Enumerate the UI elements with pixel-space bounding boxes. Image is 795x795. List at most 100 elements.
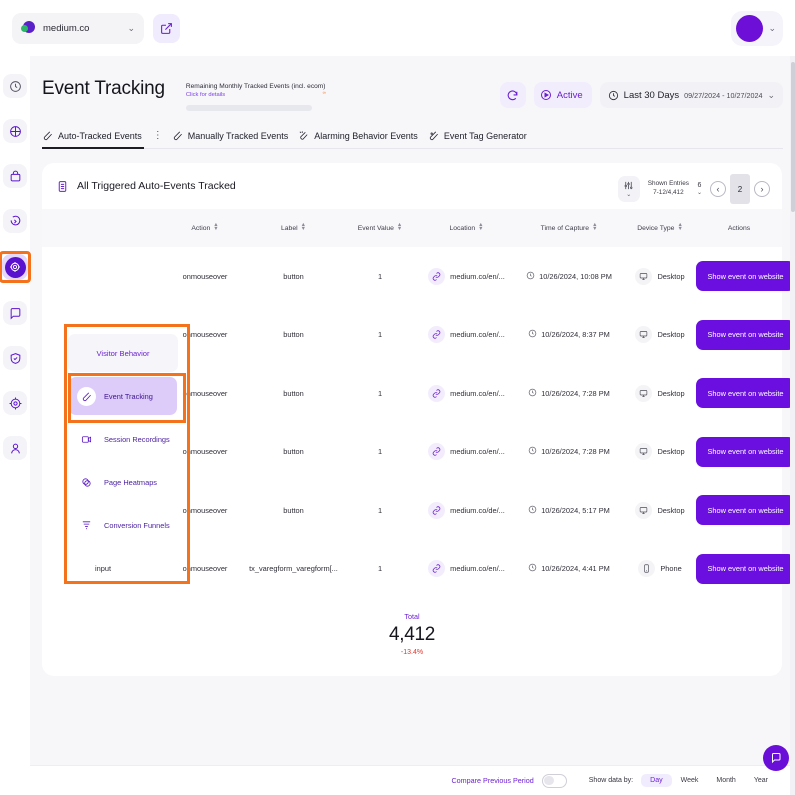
avatar: [736, 15, 763, 42]
chat-bubble-icon: [770, 752, 782, 764]
granularity-day[interactable]: Day: [641, 774, 671, 787]
location-text: medium.co/en/...: [450, 330, 505, 339]
external-link-button[interactable]: [153, 14, 180, 43]
next-page-button[interactable]: ›: [754, 181, 770, 197]
left-rail: [0, 56, 30, 795]
quota-widget[interactable]: Remaining Monthly Tracked Events (incl. …: [186, 83, 321, 111]
menu-item-label: Conversion Funnels: [104, 521, 170, 530]
time-text: 10/26/2024, 7:28 PM: [541, 447, 610, 456]
show-event-on-website-button[interactable]: Show event on website: [696, 495, 795, 525]
quota-details-link[interactable]: Click for details: [186, 92, 321, 98]
col-event-value[interactable]: Event Value ▲▼: [341, 209, 419, 247]
sidebar-item-dashboard[interactable]: [3, 74, 27, 98]
refresh-button[interactable]: [500, 82, 526, 108]
status-badge[interactable]: Active: [534, 82, 592, 108]
card-toolbar: ⌄ Shown Entries 7-12/4,412 6 ⌄ ‹ 2 ›: [618, 174, 770, 204]
cell-actions: Show event on website: [696, 423, 782, 482]
cell-device-type: Desktop: [624, 306, 696, 365]
col-label: Actions: [728, 225, 750, 232]
current-page[interactable]: 2: [730, 174, 750, 204]
sort-arrows-icon[interactable]: ▲▼: [213, 224, 218, 232]
cell-label: tx_varegform_varegform[...: [246, 540, 341, 599]
cell-label: button: [246, 481, 341, 540]
col-label: Location: [449, 225, 475, 232]
show-event-on-website-button[interactable]: Show event on website: [696, 320, 795, 350]
sort-arrows-icon[interactable]: ▲▼: [592, 224, 597, 232]
menu-item-session-recordings[interactable]: Session Recordings: [69, 420, 177, 458]
tab-bar: Auto-Tracked Events ⋮ Manually Tracked E…: [42, 130, 795, 147]
menu-item-event-tracking[interactable]: Event Tracking: [69, 377, 177, 415]
cell-visitor-behavior: [42, 247, 164, 306]
menu-item-page-heatmaps[interactable]: Page Heatmaps: [69, 463, 177, 501]
chevron-down-icon: ⌄: [767, 91, 775, 100]
location-text: medium.co/de/...: [450, 506, 505, 515]
recording-icon: [77, 430, 96, 449]
list-icon: [56, 180, 69, 193]
device-text: Desktop: [657, 506, 684, 515]
granularity-week[interactable]: Week: [672, 774, 708, 787]
quota-badge: ∞: [323, 90, 326, 95]
chat-button[interactable]: [763, 745, 789, 771]
date-range-value: 09/27/2024 - 10/27/2024: [684, 91, 762, 100]
filter-button[interactable]: ⌄: [618, 176, 640, 202]
page-size-selector[interactable]: 6 ⌄: [697, 182, 702, 196]
cell-label: button: [246, 423, 341, 482]
chevron-down-icon: ⌄: [768, 24, 776, 33]
col-label: Action: [191, 225, 210, 232]
date-range-label: Last 30 Days: [624, 90, 679, 101]
show-event-on-website-button[interactable]: Show event on website: [696, 554, 795, 584]
granularity-year[interactable]: Year: [745, 774, 777, 787]
compare-previous-period-toggle[interactable]: [542, 774, 567, 788]
visitor-behavior-menu-header: Visitor Behavior: [68, 334, 178, 372]
sort-arrows-icon[interactable]: ▲▼: [677, 224, 682, 232]
col-time-of-capture[interactable]: Time of Capture ▲▼: [514, 209, 624, 247]
col-device-type[interactable]: Device Type ▲▼: [624, 209, 696, 247]
bottom-bar: Compare Previous Period Show data by: Da…: [30, 765, 795, 795]
col-location[interactable]: Location ▲▼: [419, 209, 514, 247]
user-menu[interactable]: ⌄: [731, 11, 783, 46]
sort-arrows-icon[interactable]: ▲▼: [478, 224, 483, 232]
tab-auto-tracked-events[interactable]: Auto-Tracked Events: [42, 130, 152, 141]
show-event-on-website-button[interactable]: Show event on website: [696, 261, 795, 291]
sidebar-item-analytics[interactable]: [3, 119, 27, 143]
total-summary: Total 4,412 -13.4%: [42, 598, 782, 668]
scrollbar-thumb[interactable]: [791, 62, 795, 212]
show-event-on-website-button[interactable]: Show event on website: [696, 378, 795, 408]
cell-event-value: 1: [341, 247, 419, 306]
col-label[interactable]: Label ▲▼: [246, 209, 341, 247]
sidebar-item-engagement[interactable]: [3, 209, 27, 233]
link-icon: [428, 268, 445, 285]
prev-page-button[interactable]: ‹: [710, 181, 726, 197]
tab-overflow-menu[interactable]: ⋮: [152, 130, 172, 141]
tab-label: Alarming Behavior Events: [314, 131, 418, 141]
cell-time-of-capture: 10/26/2024, 4:41 PM: [514, 540, 624, 599]
chevron-down-icon: ⌄: [697, 190, 702, 196]
sidebar-item-visitor-behavior[interactable]: [2, 254, 28, 280]
menu-item-conversion-funnels[interactable]: Conversion Funnels: [69, 506, 177, 544]
tab-event-tag-generator[interactable]: Event Tag Generator: [428, 130, 537, 141]
quota-progress-bar: [186, 105, 312, 111]
cell-actions: Show event on website: [696, 540, 782, 599]
sidebar-item-feedback[interactable]: [3, 301, 27, 325]
sidebar-item-account[interactable]: [3, 436, 27, 460]
sidebar-item-settings[interactable]: [3, 391, 27, 415]
sidebar-item-privacy[interactable]: [3, 346, 27, 370]
col-action[interactable]: Action ▲▼: [164, 209, 246, 247]
sort-arrows-icon[interactable]: ▲▼: [301, 224, 306, 232]
privacy-icon: [9, 352, 22, 365]
site-selector[interactable]: medium.co ⌄: [12, 13, 144, 44]
tab-manually-tracked-events[interactable]: Manually Tracked Events: [172, 130, 299, 141]
granularity-month[interactable]: Month: [707, 774, 744, 787]
tab-alarming-behavior-events[interactable]: Alarming Behavior Events: [298, 130, 428, 141]
device-text: Phone: [660, 564, 681, 573]
show-event-on-website-button[interactable]: Show event on website: [696, 437, 795, 467]
status-label: Active: [557, 90, 583, 101]
col-label: Time of Capture: [541, 225, 589, 232]
sort-arrows-icon[interactable]: ▲▼: [397, 224, 402, 232]
account-icon: [9, 442, 22, 455]
cell-event-value: 1: [341, 364, 419, 423]
cell-device-type: Phone: [624, 540, 696, 599]
date-range-picker[interactable]: Last 30 Days 09/27/2024 - 10/27/2024 ⌄: [600, 82, 783, 108]
sidebar-item-acquisition[interactable]: [3, 164, 27, 188]
engagement-icon: [9, 215, 22, 228]
